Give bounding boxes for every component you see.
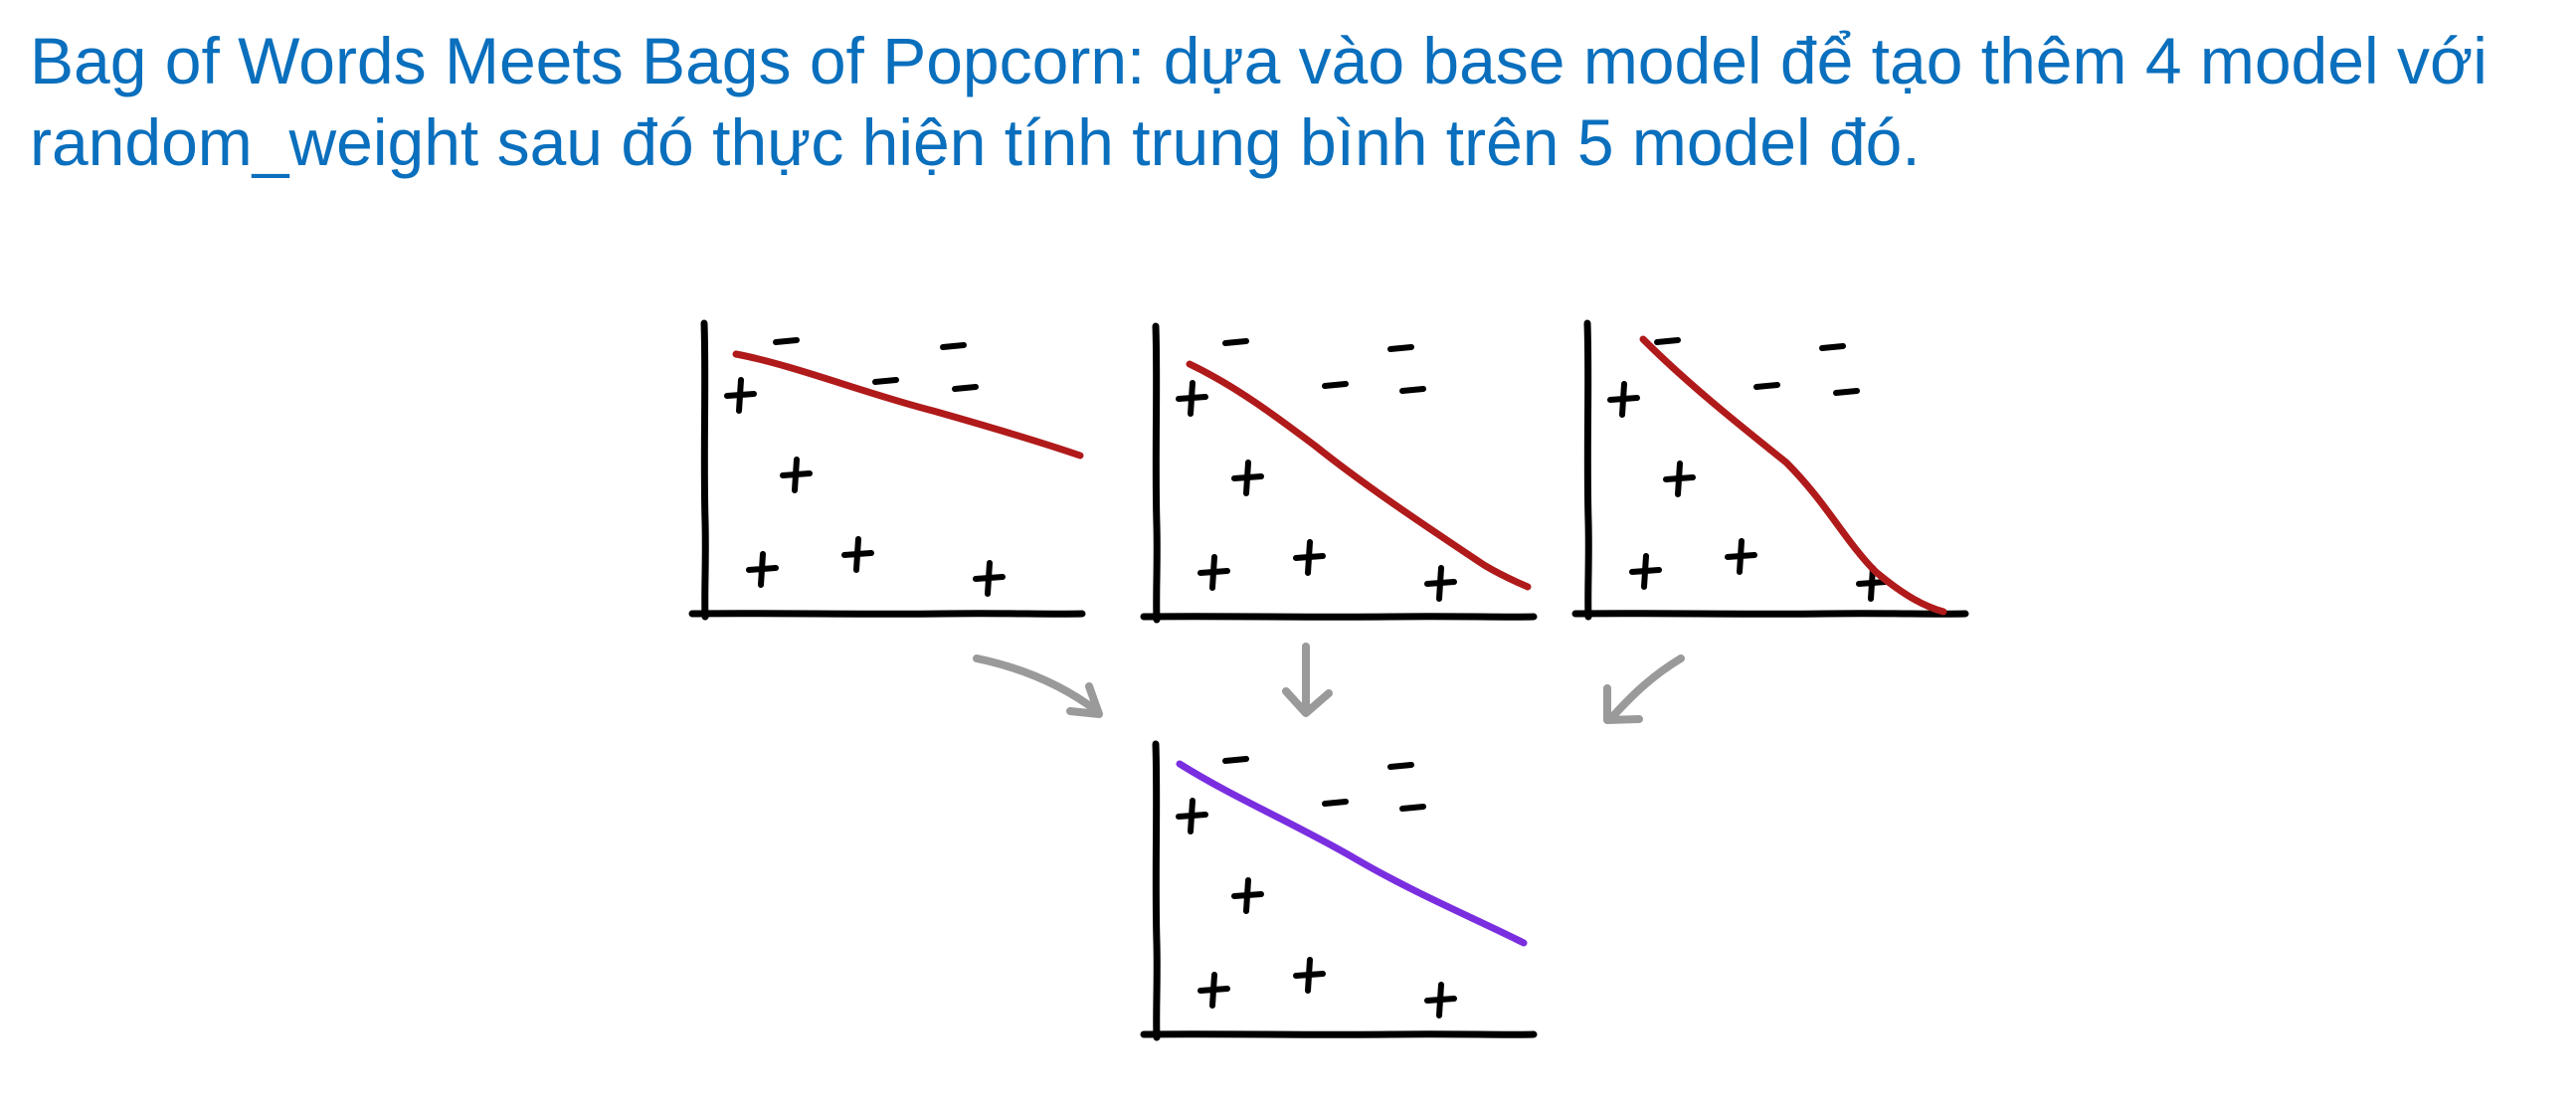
averaged-boundary-line [1176,760,1528,947]
plus-icon [1427,985,1454,1016]
ensemble-diagram [0,0,2576,1110]
minus-icon [1225,341,1246,343]
plus-icon [1234,880,1261,911]
base-model-panel-2 [1144,326,1534,620]
minus-icon [1836,391,1857,393]
decision-boundary-line [732,350,1084,460]
minus-icon [1325,802,1346,804]
plus-icon [783,460,810,490]
minus-icon [1225,759,1246,761]
minus-icon [1325,384,1346,386]
base-model-panel-1 [692,323,1082,617]
minus-icon [1390,765,1411,767]
plus-icon [1179,801,1205,832]
arrow-icon [973,654,1103,718]
minus-icon [1822,346,1843,348]
plus-icon [1610,384,1637,415]
arrow-icon [1282,643,1333,717]
plus-icon [1179,383,1205,414]
plus-icon [749,554,776,585]
plus-icon [976,563,1003,594]
arrow-icon [1603,654,1685,724]
plus-icon [1296,960,1323,991]
plus-icon [1296,542,1323,573]
plus-icon [1728,541,1754,572]
minus-icon [1390,347,1411,349]
minus-icon [1756,385,1777,387]
minus-icon [1402,807,1423,809]
averaged-model-panel [1144,744,1534,1037]
minus-icon [943,345,964,347]
minus-icon [875,380,896,382]
minus-icon [1402,389,1423,391]
plus-icon [1666,463,1693,494]
plus-icon [1632,556,1659,587]
plus-icon [1234,462,1261,493]
base-model-panel-3 [1575,323,1965,617]
plus-icon [844,539,871,570]
minus-icon [776,340,797,342]
plus-icon [727,380,754,411]
plus-icon [1200,557,1227,588]
plus-icon [1200,975,1227,1006]
minus-icon [955,387,976,389]
minus-icon [1657,340,1678,342]
plus-icon [1427,568,1454,599]
